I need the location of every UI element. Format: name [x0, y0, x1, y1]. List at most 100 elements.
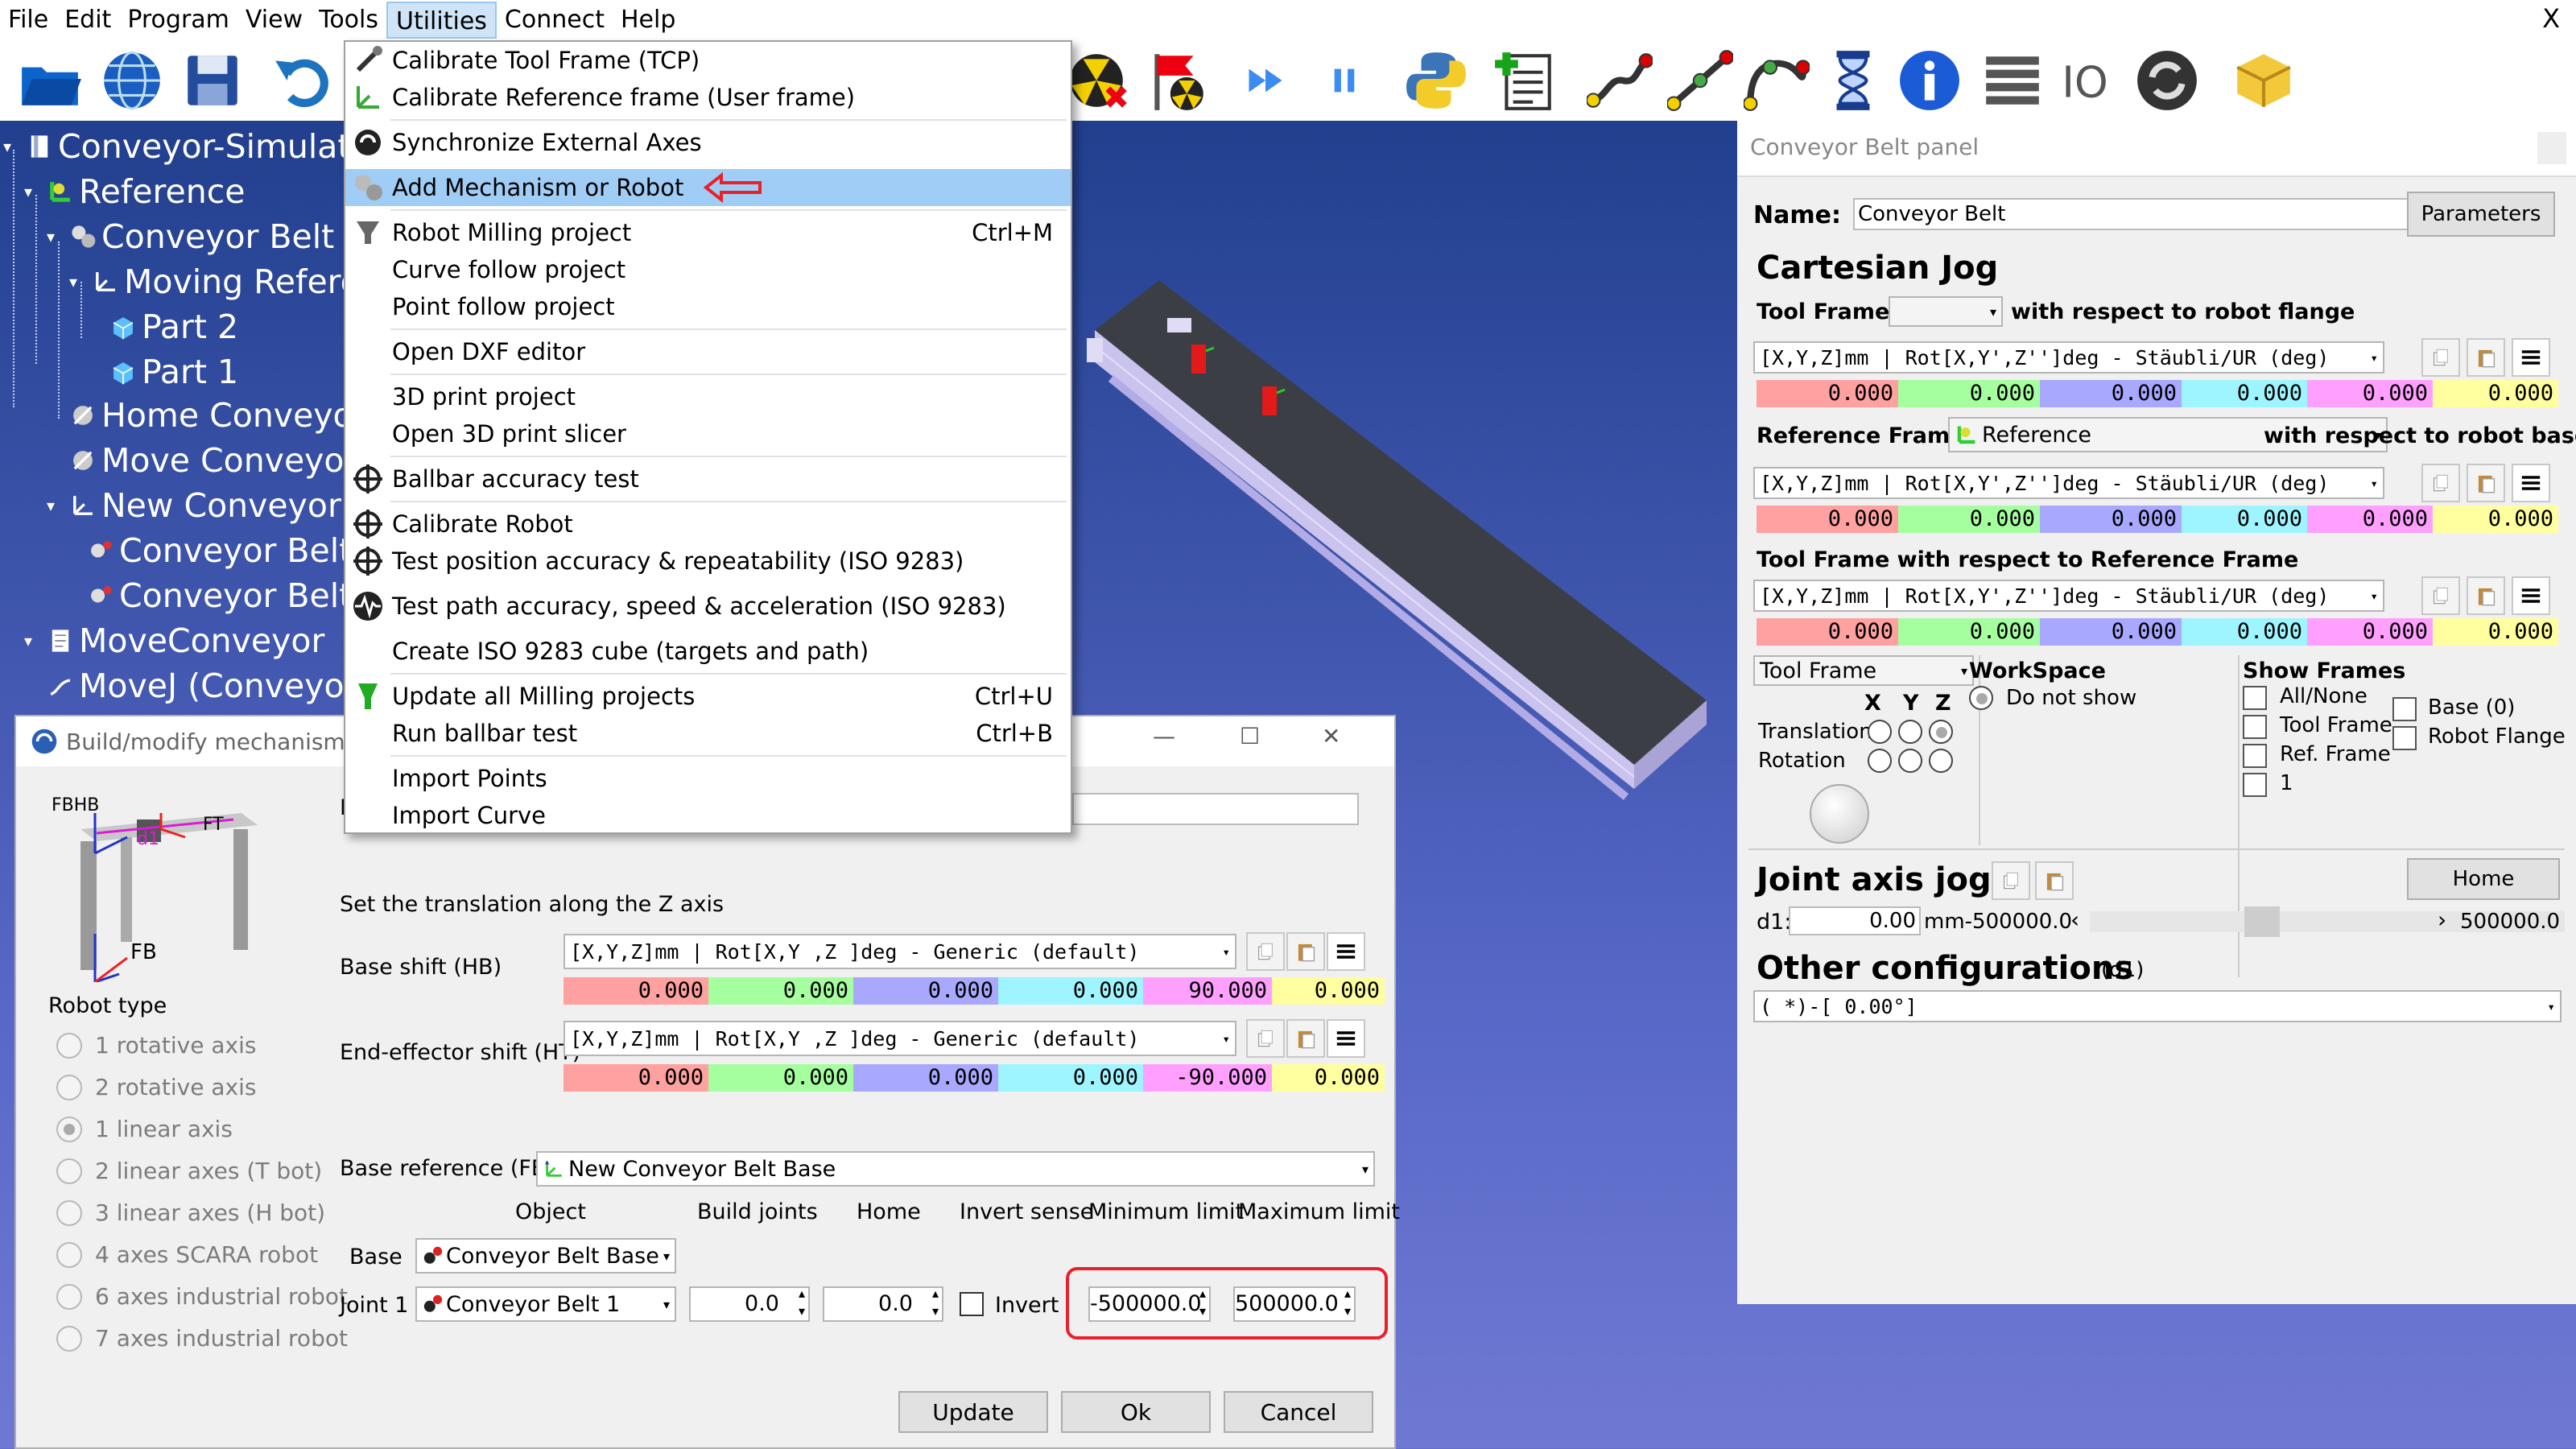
menu-item-calibrate-reference[interactable]: Calibrate Reference frame (User frame)	[345, 79, 1071, 116]
slider-right-arrow[interactable]: ›	[2438, 906, 2446, 933]
jog-frame-select[interactable]: Tool Frame ▾	[1753, 655, 1974, 686]
base-shift-y[interactable]: 0.000	[708, 977, 853, 1005]
radio-2-rotative-axis[interactable]: 2 rotative axis	[56, 1074, 256, 1100]
radio-3-linear-axes[interactable]: 3 linear axes (H bot)	[56, 1199, 325, 1226]
copy-icon[interactable]	[2421, 576, 2460, 615]
frame-all-none-checkbox[interactable]	[2243, 686, 2267, 710]
tool-ref-y[interactable]: 0.000	[1898, 618, 2040, 646]
ref-z[interactable]: 0.000	[2040, 506, 2182, 533]
ok-button[interactable]: Ok	[1061, 1391, 1211, 1433]
format-select-3[interactable]: [X,Y,Z]mm | Rot[X,Y',Z'']deg - Stäubli/U…	[1753, 580, 2384, 612]
paste-icon[interactable]	[2467, 576, 2505, 615]
menu-item-curve-follow[interactable]: Curve follow project	[345, 251, 1071, 288]
base-shift-z[interactable]: 0.000	[853, 977, 998, 1005]
tree-item-moveconveyor-program[interactable]: ▾ MoveConveyor	[24, 621, 324, 660]
program-list-icon[interactable]	[1979, 47, 2046, 114]
tree-item-movej[interactable]: MoveJ (Conveyor	[47, 667, 357, 705]
radio-7-axes-industrial[interactable]: 7 axes industrial robot	[56, 1325, 348, 1352]
tool-x[interactable]: 0.000	[1757, 380, 1898, 407]
python-icon[interactable]	[1402, 47, 1470, 114]
menu-item-add-mechanism[interactable]: Add Mechanism or Robot	[345, 169, 1071, 206]
window-close-button[interactable]: X	[2542, 3, 2560, 34]
move-linear-icon[interactable]	[1666, 47, 1734, 114]
tree-item-part-1[interactable]: Part 1	[109, 353, 238, 391]
radio-6-axes-industrial[interactable]: 6 axes industrial robot	[56, 1283, 348, 1310]
frame-base-checkbox[interactable]	[2392, 697, 2417, 721]
dialog-minimize-button[interactable]: —	[1153, 723, 1175, 749]
ee-shift-z[interactable]: 0.000	[853, 1064, 998, 1092]
radio-1-rotative-axis[interactable]: 1 rotative axis	[56, 1032, 256, 1059]
copy-icon[interactable]	[1246, 932, 1285, 971]
fast-forward-icon[interactable]	[1232, 47, 1299, 114]
menu-item-calibrate-tcp[interactable]: Calibrate Tool Frame (TCP)	[345, 42, 1071, 79]
menu-file[interactable]: File	[0, 2, 56, 39]
menu-item-run-ballbar[interactable]: Run ballbar test Ctrl+B	[345, 715, 1071, 752]
ref-rx[interactable]: 0.000	[2182, 506, 2307, 533]
radio-1-linear-axis[interactable]: 1 linear axis	[56, 1116, 233, 1142]
tree-item-conveyor-belt-1[interactable]: Conveyor Belt 1	[87, 576, 383, 615]
paste-icon[interactable]	[1286, 1019, 1325, 1058]
pause-icon[interactable]	[1311, 47, 1378, 114]
menu-item-dxf-editor[interactable]: Open DXF editor	[345, 333, 1071, 370]
dialog-close-button[interactable]: ✕	[1322, 723, 1340, 749]
tool-rx[interactable]: 0.000	[2182, 380, 2307, 407]
mechanism-name-field[interactable]	[1072, 793, 1359, 825]
ref-rz[interactable]: 0.000	[2433, 506, 2558, 533]
paste-icon[interactable]	[2467, 338, 2505, 377]
globe-icon[interactable]	[98, 47, 166, 114]
hourglass-icon[interactable]	[1819, 47, 1887, 114]
cancel-button[interactable]: Cancel	[1224, 1391, 1373, 1433]
menu-lines-icon[interactable]	[2512, 464, 2550, 502]
menu-item-test-path-accuracy[interactable]: Test path accuracy, speed & acceleration…	[345, 588, 1071, 625]
open-folder-icon[interactable]	[16, 47, 84, 114]
menu-item-test-position-accuracy[interactable]: Test position accuracy & repeatability (…	[345, 543, 1071, 580]
frame-1-checkbox[interactable]	[2243, 773, 2267, 797]
base-shift-rx[interactable]: 0.000	[998, 977, 1143, 1005]
menu-item-synchronize-axes[interactable]: Synchronize External Axes	[345, 124, 1071, 161]
menu-item-ballbar-test[interactable]: Ballbar accuracy test	[345, 460, 1071, 497]
menu-lines-icon[interactable]	[1327, 932, 1365, 971]
add-program-icon[interactable]	[1491, 47, 1558, 114]
menu-item-import-points[interactable]: Import Points	[345, 760, 1071, 797]
workspace-do-not-show-radio[interactable]: Do not show	[1969, 686, 2136, 710]
ee-shift-format-select[interactable]: [X,Y,Z]mm | Rot[X,Y ,Z ]deg - Generic (d…	[564, 1021, 1236, 1056]
info-icon[interactable]	[1896, 47, 1963, 114]
radio-2-linear-axes[interactable]: 2 linear axes (T bot)	[56, 1158, 322, 1184]
base-shift-format-select[interactable]: [X,Y,Z]mm | Rot[X,Y ,Z ]deg - Generic (d…	[564, 934, 1236, 969]
paste-icon[interactable]	[2035, 861, 2074, 900]
tool-ref-x[interactable]: 0.000	[1757, 618, 1898, 646]
tree-item-move-conveyor[interactable]: Move Conveyor	[69, 441, 357, 480]
format-select-1[interactable]: [X,Y,Z]mm | Rot[X,Y',Z'']deg - Stäubli/U…	[1753, 341, 2384, 374]
joint-1-invert-checkbox[interactable]	[960, 1292, 984, 1316]
tool-ref-rz[interactable]: 0.000	[2433, 618, 2558, 646]
tree-item-new-conveyor-belt[interactable]: ▾ New Conveyor Be	[47, 486, 394, 525]
paste-icon[interactable]	[2467, 464, 2505, 502]
tool-ref-ry[interactable]: 0.000	[2307, 618, 2433, 646]
joint-1-home-field[interactable]: 0.0	[823, 1285, 943, 1322]
base-shift-ry[interactable]: 90.000	[1143, 977, 1272, 1005]
translation-z-radio[interactable]	[1929, 720, 1953, 744]
tree-item-root[interactable]: ▾ Conveyor-Simulatio	[3, 127, 380, 166]
translation-x-radio[interactable]	[1868, 720, 1892, 744]
ref-ry[interactable]: 0.000	[2307, 506, 2433, 533]
rotation-z-radio[interactable]	[1929, 749, 1953, 773]
menu-item-3d-print-project[interactable]: 3D print project	[345, 378, 1071, 415]
tree-item-home-conveyor[interactable]: Home Conveyor	[69, 396, 367, 435]
undo-icon[interactable]	[270, 47, 337, 114]
tool-ref-rx[interactable]: 0.000	[2182, 618, 2307, 646]
d1-slider-handle[interactable]	[2244, 906, 2280, 937]
tool-rz[interactable]: 0.000	[2433, 380, 2558, 407]
joint-1-object-select[interactable]: Conveyor Belt 1 ▾	[415, 1286, 676, 1322]
paste-icon[interactable]	[1286, 932, 1325, 971]
menu-item-point-follow[interactable]: Point follow project	[345, 288, 1071, 325]
menu-item-3d-print-slicer[interactable]: Open 3D print slicer	[345, 415, 1071, 452]
move-joint-icon[interactable]	[1586, 47, 1653, 114]
tool-z[interactable]: 0.000	[2040, 380, 2182, 407]
base-shift-rz[interactable]: 0.000	[1272, 977, 1385, 1005]
joint-1-build-field[interactable]: 0.0	[689, 1285, 810, 1322]
menu-item-robot-milling[interactable]: Robot Milling project Ctrl+M	[345, 214, 1071, 251]
parameters-button[interactable]: Parameters	[2407, 192, 2555, 237]
ee-shift-ry[interactable]: -90.000	[1143, 1064, 1272, 1092]
menu-view[interactable]: View	[237, 2, 311, 39]
rotation-x-radio[interactable]	[1868, 749, 1892, 773]
